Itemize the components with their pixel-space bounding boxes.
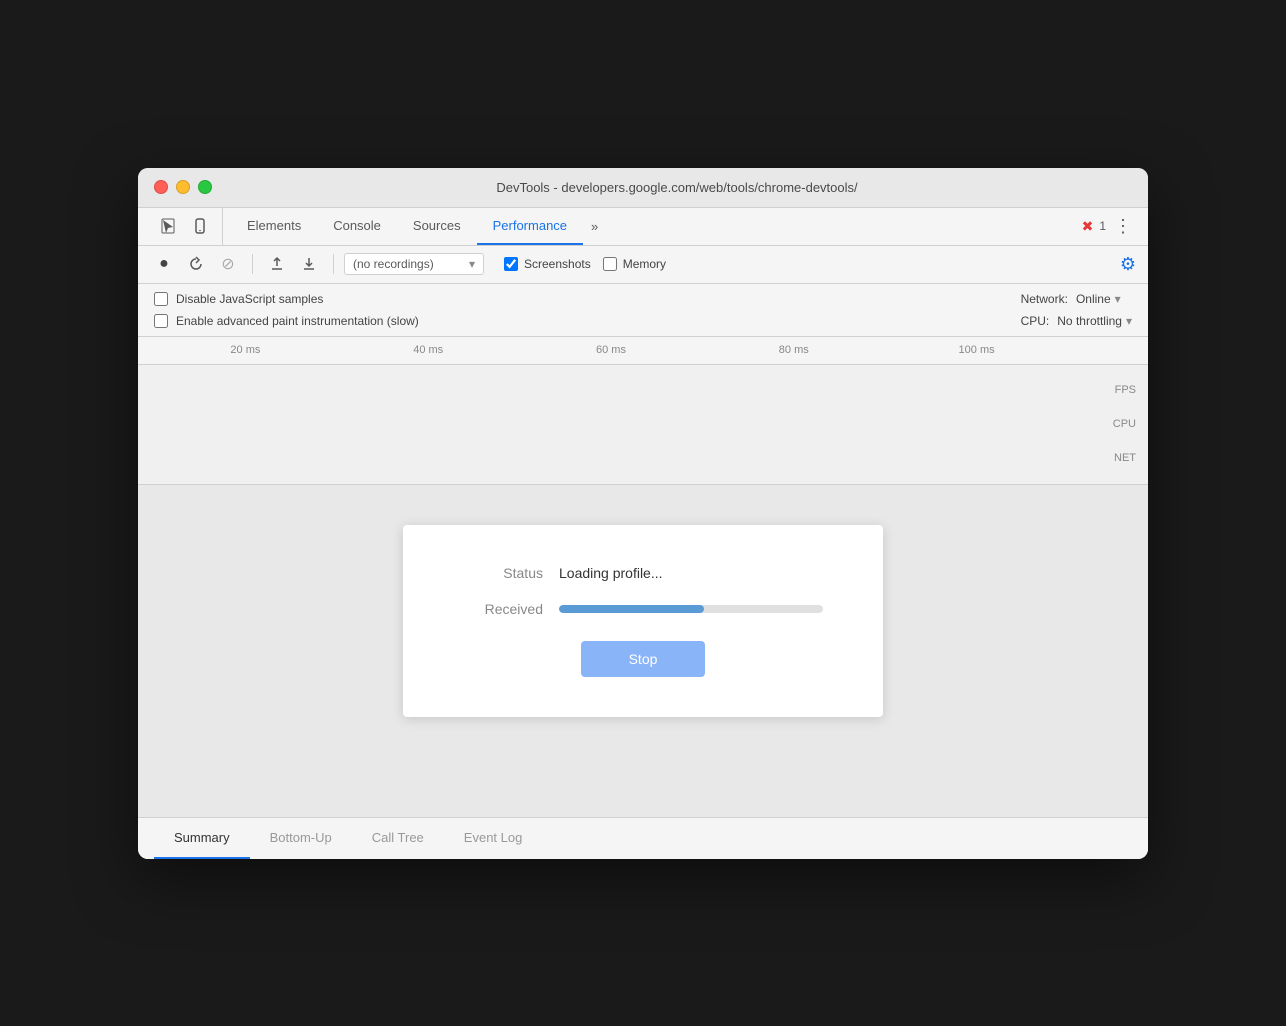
bottom-tab-bar: Summary Bottom-Up Call Tree Event Log <box>138 817 1148 859</box>
download-button[interactable] <box>295 250 323 278</box>
more-menu-icon[interactable]: ⋮ <box>1114 216 1132 237</box>
mobile-icon-btn[interactable] <box>186 212 214 240</box>
screenshots-checkbox-label[interactable]: Screenshots <box>504 257 591 271</box>
status-label: Status <box>463 565 543 581</box>
tab-icon-group <box>146 208 223 245</box>
close-button[interactable] <box>154 180 168 194</box>
network-label: Network: <box>1021 292 1068 306</box>
network-chevron: ▾ <box>1115 292 1121 306</box>
received-label: Received <box>463 601 543 617</box>
enable-paint-option: Enable advanced paint instrumentation (s… <box>154 314 1021 328</box>
stop-button[interactable]: Stop <box>581 641 706 677</box>
tab-performance[interactable]: Performance <box>477 208 583 245</box>
options-right: Network: Online ▾ CPU: No throttling ▾ <box>1021 292 1132 328</box>
status-value: Loading profile... <box>559 565 663 581</box>
ruler-marks: 20 ms 40 ms 60 ms 80 ms 100 ms <box>154 344 1148 356</box>
toolbar-right-options: Screenshots Memory <box>504 257 666 271</box>
clear-button[interactable]: ⊘ <box>214 250 242 278</box>
progress-fill <box>559 605 704 613</box>
cursor-icon-btn[interactable] <box>154 212 182 240</box>
performance-toolbar: ● ⊘ (no recordings) ▾ Scree <box>138 246 1148 284</box>
screenshots-checkbox[interactable] <box>504 257 518 271</box>
enable-paint-label: Enable advanced paint instrumentation (s… <box>176 314 419 328</box>
progress-bar <box>559 605 823 613</box>
window-title: DevTools - developers.google.com/web/too… <box>222 180 1132 195</box>
disable-js-label: Disable JavaScript samples <box>176 292 323 306</box>
modal-overlay: Status Loading profile... Received Stop <box>138 485 1148 757</box>
status-row: Status Loading profile... <box>463 565 823 581</box>
bottom-tab-call-tree[interactable]: Call Tree <box>352 818 444 859</box>
loading-modal: Status Loading profile... Received Stop <box>403 525 883 717</box>
traffic-lights <box>154 180 212 194</box>
ruler-mark-4: 100 ms <box>885 344 1068 356</box>
bottom-tab-bottom-up[interactable]: Bottom-Up <box>250 818 352 859</box>
memory-label: Memory <box>623 257 666 271</box>
bottom-tab-summary[interactable]: Summary <box>154 818 250 859</box>
timeline-tracks: FPS CPU NET <box>138 365 1148 485</box>
disable-js-option: Disable JavaScript samples <box>154 292 1021 306</box>
cpu-label: CPU: <box>1021 314 1050 328</box>
ruler-mark-3: 80 ms <box>702 344 885 356</box>
timeline-ruler: 20 ms 40 ms 60 ms 80 ms 100 ms <box>138 337 1148 365</box>
network-option: Network: Online ▾ <box>1021 292 1121 306</box>
maximize-button[interactable] <box>198 180 212 194</box>
tab-more-btn[interactable]: » <box>583 208 606 245</box>
ruler-mark-2: 60 ms <box>520 344 703 356</box>
ruler-mark-1: 40 ms <box>337 344 520 356</box>
cpu-track-label: CPU <box>1113 418 1136 430</box>
minimize-button[interactable] <box>176 180 190 194</box>
error-icon: ✖ <box>1082 218 1094 235</box>
devtools-window: DevTools - developers.google.com/web/too… <box>138 168 1148 859</box>
network-select[interactable]: Online ▾ <box>1076 292 1121 306</box>
screenshots-label: Screenshots <box>524 257 591 271</box>
bottom-empty-area <box>138 757 1148 817</box>
options-row: Disable JavaScript samples Enable advanc… <box>138 284 1148 337</box>
reload-button[interactable] <box>182 250 210 278</box>
net-label: NET <box>1113 452 1136 464</box>
tab-elements[interactable]: Elements <box>231 208 317 245</box>
title-bar: DevTools - developers.google.com/web/too… <box>138 168 1148 208</box>
record-button[interactable]: ● <box>150 250 178 278</box>
tab-sources[interactable]: Sources <box>397 208 477 245</box>
ruler-mark-0: 20 ms <box>154 344 337 356</box>
memory-checkbox-label[interactable]: Memory <box>603 257 666 271</box>
toolbar-divider-2 <box>333 254 334 274</box>
cpu-value: No throttling <box>1057 314 1122 328</box>
error-count: 1 <box>1099 219 1106 233</box>
fps-label: FPS <box>1113 384 1136 396</box>
recordings-value: (no recordings) <box>353 257 434 271</box>
devtools-tab-bar: Elements Console Sources Performance » ✖… <box>138 208 1148 246</box>
cpu-option: CPU: No throttling ▾ <box>1021 314 1132 328</box>
tab-console[interactable]: Console <box>317 208 397 245</box>
settings-gear-icon[interactable]: ⚙ <box>1120 254 1136 275</box>
received-row: Received <box>463 601 823 617</box>
recordings-chevron: ▾ <box>469 257 475 271</box>
recordings-dropdown[interactable]: (no recordings) ▾ <box>344 253 484 275</box>
track-labels: FPS CPU NET <box>1113 365 1136 484</box>
options-left: Disable JavaScript samples Enable advanc… <box>154 292 1021 328</box>
bottom-tab-event-log[interactable]: Event Log <box>444 818 543 859</box>
cpu-chevron: ▾ <box>1126 314 1132 328</box>
upload-button[interactable] <box>263 250 291 278</box>
error-indicator: ✖ 1 <box>1082 218 1106 235</box>
network-value: Online <box>1076 292 1111 306</box>
toolbar-divider-1 <box>252 254 253 274</box>
tab-list: Elements Console Sources Performance » <box>231 208 1074 245</box>
disable-js-checkbox[interactable] <box>154 292 168 306</box>
cpu-select[interactable]: No throttling ▾ <box>1057 314 1132 328</box>
memory-checkbox[interactable] <box>603 257 617 271</box>
enable-paint-checkbox[interactable] <box>154 314 168 328</box>
tab-right-area: ✖ 1 ⋮ <box>1074 208 1140 245</box>
